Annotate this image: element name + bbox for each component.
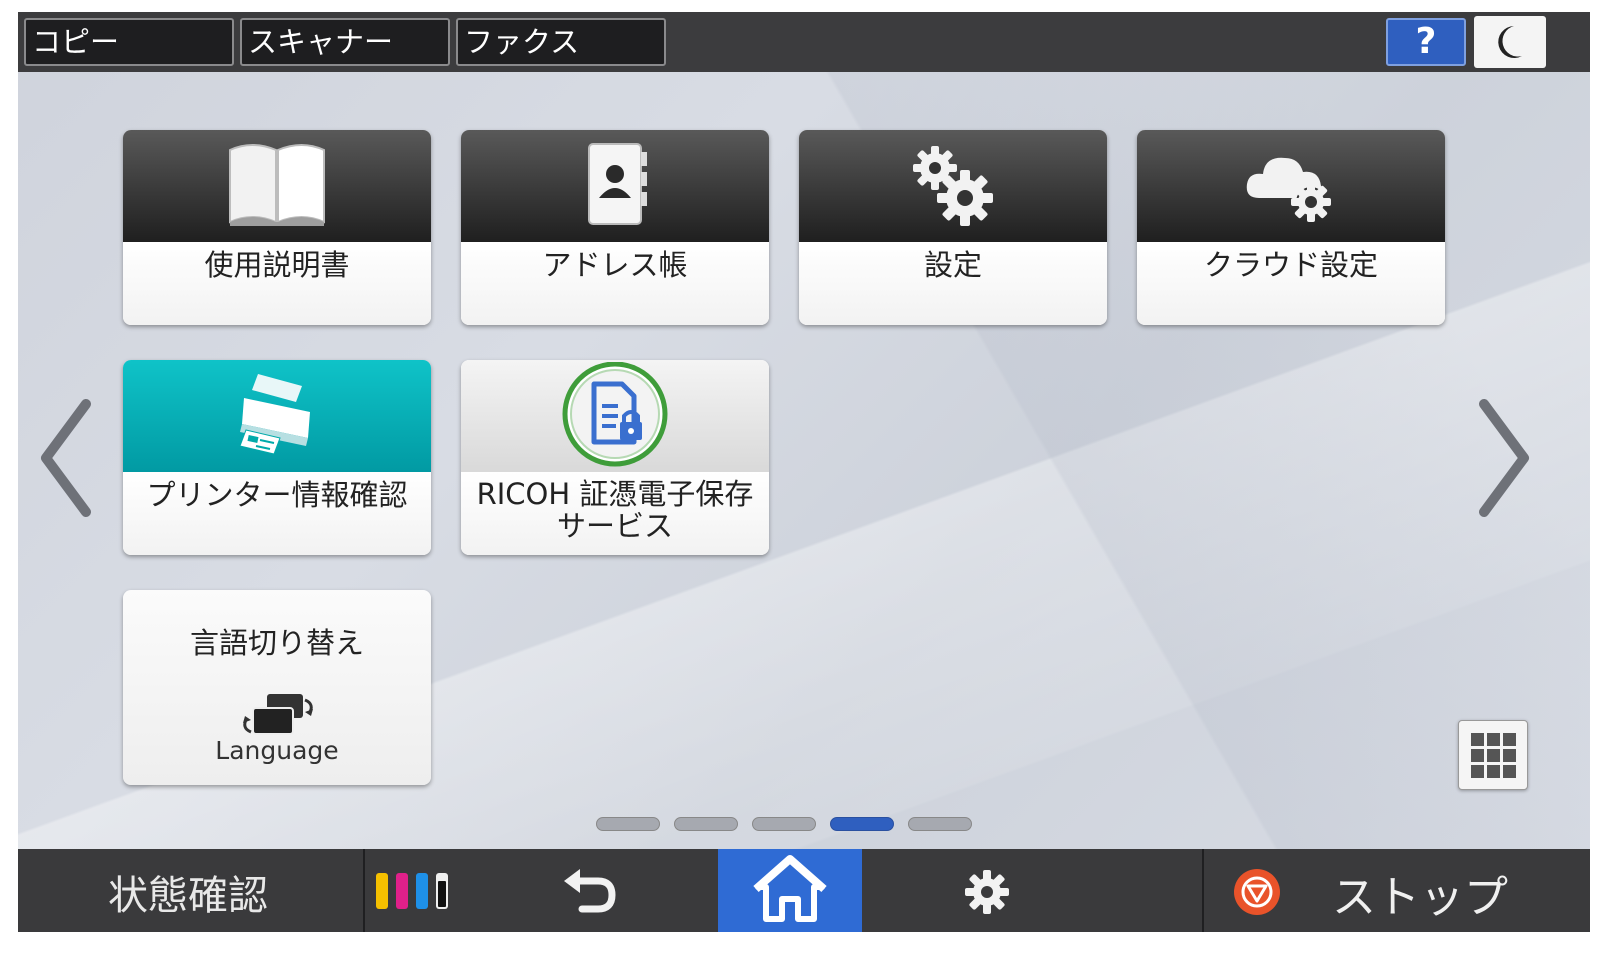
app-list-button[interactable] — [1458, 720, 1528, 790]
tile-header — [1137, 130, 1445, 242]
cloud-gear-icon — [1246, 157, 1331, 222]
page-dot-active[interactable] — [830, 817, 894, 831]
tile-header — [461, 360, 769, 472]
gears-icon — [913, 146, 993, 226]
tile-user-manual[interactable]: 使用説明書 — [123, 130, 431, 325]
tile-label: プリンター情報確認 — [123, 472, 431, 555]
toner-level-icon[interactable] — [374, 871, 458, 911]
bottom-bar: 状態確認 ストップ — [18, 849, 1590, 932]
tile-header — [123, 130, 431, 242]
tile-label: 使用説明書 — [123, 242, 431, 325]
home-screen: コピー スキャナー ファクス ? 使用説明書 アドレス帳 設定 クラウド設定 プ… — [18, 12, 1590, 932]
language-tile-subtitle: Language — [215, 736, 339, 765]
grid-icon — [1471, 733, 1516, 778]
status-check-button[interactable]: 状態確認 — [108, 863, 268, 921]
home-button[interactable] — [718, 849, 862, 932]
page-dot[interactable] — [596, 817, 660, 831]
tile-ricoh-evidence-service[interactable]: RICOH 証憑電子保存サービス — [461, 360, 769, 555]
tab-scanner[interactable]: スキャナー — [240, 18, 450, 66]
tile-label: クラウド設定 — [1137, 242, 1445, 325]
chevron-left-icon[interactable] — [36, 398, 96, 518]
language-tile-title: 言語切り替え — [189, 626, 364, 660]
tab-fax[interactable]: ファクス — [456, 18, 666, 66]
tab-copy[interactable]: コピー — [24, 18, 234, 66]
book-icon — [229, 144, 325, 226]
tile-address-book[interactable]: アドレス帳 — [461, 130, 769, 325]
tile-label: アドレス帳 — [461, 242, 769, 325]
printer-icon — [239, 374, 310, 455]
tile-header — [461, 130, 769, 242]
help-button[interactable]: ? — [1386, 18, 1466, 66]
chevron-right-icon[interactable] — [1474, 398, 1534, 518]
back-icon[interactable] — [558, 867, 618, 917]
home-icon — [753, 855, 827, 922]
moon-icon — [1498, 26, 1522, 58]
tile-settings[interactable]: 設定 — [799, 130, 1107, 325]
tile-language-switch[interactable]: 言語切り替え Language — [123, 590, 431, 785]
page-dot[interactable] — [752, 817, 816, 831]
language-switch-icon — [243, 694, 313, 735]
tile-header — [123, 360, 431, 472]
tile-label: RICOH 証憑電子保存サービス — [461, 472, 769, 555]
tile-cloud-settings[interactable]: クラウド設定 — [1137, 130, 1445, 325]
document-lock-icon — [562, 362, 668, 467]
stop-icon[interactable] — [1232, 867, 1282, 917]
tile-header — [799, 130, 1107, 242]
tile-label: 設定 — [799, 242, 1107, 325]
gear-icon[interactable] — [962, 867, 1012, 917]
energy-saver-button[interactable] — [1474, 16, 1546, 68]
divider — [363, 849, 365, 932]
stop-button[interactable]: ストップ — [1332, 861, 1508, 925]
top-bar: コピー スキャナー ファクス ? — [18, 12, 1590, 72]
address-book-icon — [588, 143, 647, 225]
tile-printer-info[interactable]: プリンター情報確認 — [123, 360, 431, 555]
page-dot[interactable] — [908, 817, 972, 831]
divider — [1202, 849, 1204, 932]
page-dot[interactable] — [674, 817, 738, 831]
